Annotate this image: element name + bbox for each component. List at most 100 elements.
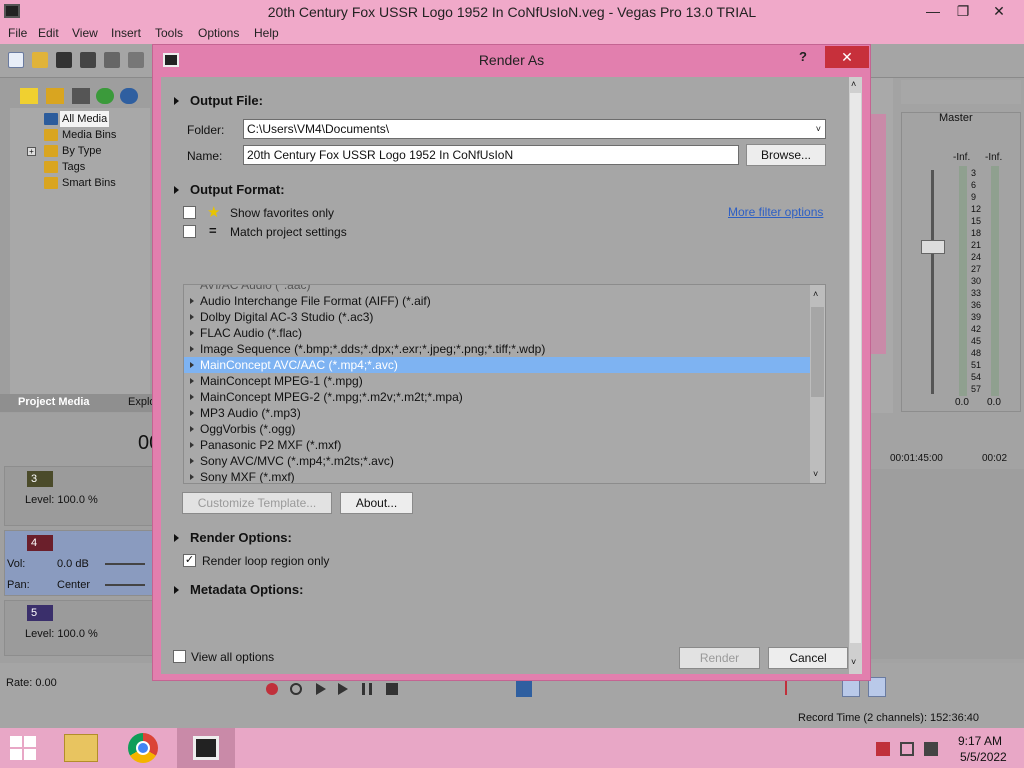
customize-template-button[interactable]: Customize Template...: [182, 492, 332, 514]
format-list-scrollbar[interactable]: ˄ ˅: [810, 285, 825, 483]
format-row-selected[interactable]: MainConcept AVC/AAC (*.mp4;*.avc): [184, 357, 811, 373]
name-input[interactable]: 20th Century Fox USSR Logo 1952 In CoNfU…: [243, 145, 739, 165]
tree-item-media-bins[interactable]: Media Bins: [62, 127, 116, 143]
network-icon[interactable]: [900, 742, 914, 756]
browse-button[interactable]: Browse...: [746, 144, 826, 166]
expand-arrow-icon[interactable]: [190, 442, 194, 448]
format-list[interactable]: AVI/AC Audio (*.aac) Audio Interchange F…: [183, 284, 826, 484]
render-button[interactable]: Render: [679, 647, 760, 669]
expand-arrow-icon[interactable]: [190, 314, 194, 320]
expand-arrow-icon[interactable]: [174, 186, 179, 194]
expand-arrow-icon[interactable]: [190, 362, 194, 368]
scroll-thumb[interactable]: [850, 93, 861, 643]
pause-icon[interactable]: [362, 683, 372, 695]
restore-icon[interactable]: ❐: [948, 0, 978, 22]
dialog-scrollbar[interactable]: ˄ ˅: [849, 77, 862, 674]
match-project-label[interactable]: Match project settings: [230, 225, 347, 239]
menu-file[interactable]: File: [8, 26, 27, 40]
track-4[interactable]: 4 Vol: 0.0 dB Pan: Center: [4, 530, 154, 596]
tree-item-smart-bins[interactable]: Smart Bins: [62, 175, 116, 191]
get-media-icon[interactable]: [72, 88, 90, 104]
window-close-icon[interactable]: ✕: [984, 0, 1014, 22]
open-folder-icon[interactable]: [32, 52, 48, 68]
match-project-checkbox[interactable]: [183, 225, 196, 238]
play-icon[interactable]: [338, 683, 348, 695]
menu-insert[interactable]: Insert: [111, 26, 141, 40]
format-row[interactable]: Image Sequence (*.bmp;*.dds;*.dpx;*.exr;…: [184, 341, 811, 357]
show-favorites-label[interactable]: Show favorites only: [230, 206, 334, 220]
minimize-icon[interactable]: —: [918, 0, 948, 22]
more-filter-options-link[interactable]: More filter options: [728, 205, 823, 219]
format-row[interactable]: Panasonic P2 MXF (*.mxf): [184, 437, 811, 453]
expand-arrow-icon[interactable]: [190, 394, 194, 400]
format-row[interactable]: Sony AVC/MVC (*.mp4;*.m2ts;*.avc): [184, 453, 811, 469]
expand-arrow-icon[interactable]: [174, 586, 179, 594]
show-favorites-checkbox[interactable]: [183, 206, 196, 219]
format-row[interactable]: OggVorbis (*.ogg): [184, 421, 811, 437]
menu-view[interactable]: View: [72, 26, 98, 40]
new-project-icon[interactable]: [8, 52, 24, 68]
volume-slider[interactable]: [105, 563, 145, 565]
track-3[interactable]: 3 Level: 100.0 %: [4, 466, 154, 526]
loop-icon[interactable]: [290, 683, 302, 695]
start-icon[interactable]: [10, 736, 36, 760]
render-loop-label[interactable]: Render loop region only: [202, 554, 329, 568]
menu-options[interactable]: Options: [198, 26, 239, 40]
format-row[interactable]: MP3 Audio (*.mp3): [184, 405, 811, 421]
format-row[interactable]: FLAC Audio (*.flac): [184, 325, 811, 341]
scroll-up-icon[interactable]: ˄: [851, 79, 856, 89]
import-icon[interactable]: [20, 88, 38, 104]
save-icon[interactable]: [56, 52, 72, 68]
tree-item-all-media[interactable]: All Media: [60, 111, 110, 127]
tree-item-by-type[interactable]: By Type: [62, 143, 102, 159]
output-format-heading[interactable]: Output Format:: [190, 182, 285, 197]
properties-icon[interactable]: [104, 52, 120, 68]
expand-arrow-icon[interactable]: [190, 458, 194, 464]
clock-time[interactable]: 9:17 AM: [958, 734, 1002, 748]
normal-edit-tool-icon[interactable]: [516, 679, 532, 697]
view-all-options-label[interactable]: View all options: [191, 650, 274, 664]
expand-arrow-icon[interactable]: [174, 97, 179, 105]
output-file-heading[interactable]: Output File:: [190, 93, 263, 108]
vegas-taskbar-button[interactable]: [177, 728, 235, 768]
chevron-down-icon[interactable]: ˅: [816, 120, 821, 138]
expand-arrow-icon[interactable]: [190, 410, 194, 416]
save-as-icon[interactable]: [80, 52, 96, 68]
track-5[interactable]: 5 Level: 100.0 %: [4, 600, 154, 656]
chrome-icon[interactable]: [128, 733, 158, 763]
dialog-close-button[interactable]: ✕: [825, 46, 869, 68]
expand-arrow-icon[interactable]: [190, 378, 194, 384]
expand-arrow-icon[interactable]: [190, 474, 194, 480]
metadata-options-heading[interactable]: Metadata Options:: [190, 582, 303, 597]
marker-icon[interactable]: [785, 681, 797, 695]
expand-icon[interactable]: +: [27, 147, 36, 156]
cancel-button[interactable]: Cancel: [768, 647, 848, 669]
master-fader[interactable]: [921, 240, 945, 254]
expand-arrow-icon[interactable]: [190, 330, 194, 336]
render-loop-checkbox[interactable]: ✓: [183, 554, 196, 567]
scroll-down-icon[interactable]: ˅: [813, 469, 818, 479]
expand-arrow-icon[interactable]: [190, 298, 194, 304]
scroll-up-icon[interactable]: ˄: [813, 289, 818, 299]
capture-icon[interactable]: [46, 88, 64, 104]
tree-item-tags[interactable]: Tags: [62, 159, 85, 175]
expand-arrow-icon[interactable]: [190, 426, 194, 432]
view-all-options-checkbox[interactable]: [173, 650, 186, 663]
file-explorer-icon[interactable]: [64, 734, 98, 762]
play-from-start-icon[interactable]: [316, 683, 326, 695]
about-button[interactable]: About...: [340, 492, 413, 514]
format-row-partial[interactable]: AVI/AC Audio (*.aac): [184, 285, 811, 293]
scroll-thumb[interactable]: [811, 307, 824, 397]
scroll-down-icon[interactable]: ˅: [851, 657, 856, 667]
format-row[interactable]: MainConcept MPEG-2 (*.mpg;*.m2v;*.m2t;*.…: [184, 389, 811, 405]
help-button[interactable]: ?: [799, 49, 807, 64]
folder-input[interactable]: C:\Users\VM4\Documents\ ˅: [243, 119, 826, 139]
expand-arrow-icon[interactable]: [190, 346, 194, 352]
volume-icon[interactable]: [924, 742, 938, 756]
pan-slider[interactable]: [105, 584, 145, 586]
render-options-heading[interactable]: Render Options:: [190, 530, 292, 545]
format-row[interactable]: Audio Interchange File Format (AIFF) (*.…: [184, 293, 811, 309]
stop-icon[interactable]: [386, 683, 398, 695]
refresh-icon[interactable]: [96, 88, 114, 104]
clock-date[interactable]: 5/5/2022: [960, 750, 1007, 764]
